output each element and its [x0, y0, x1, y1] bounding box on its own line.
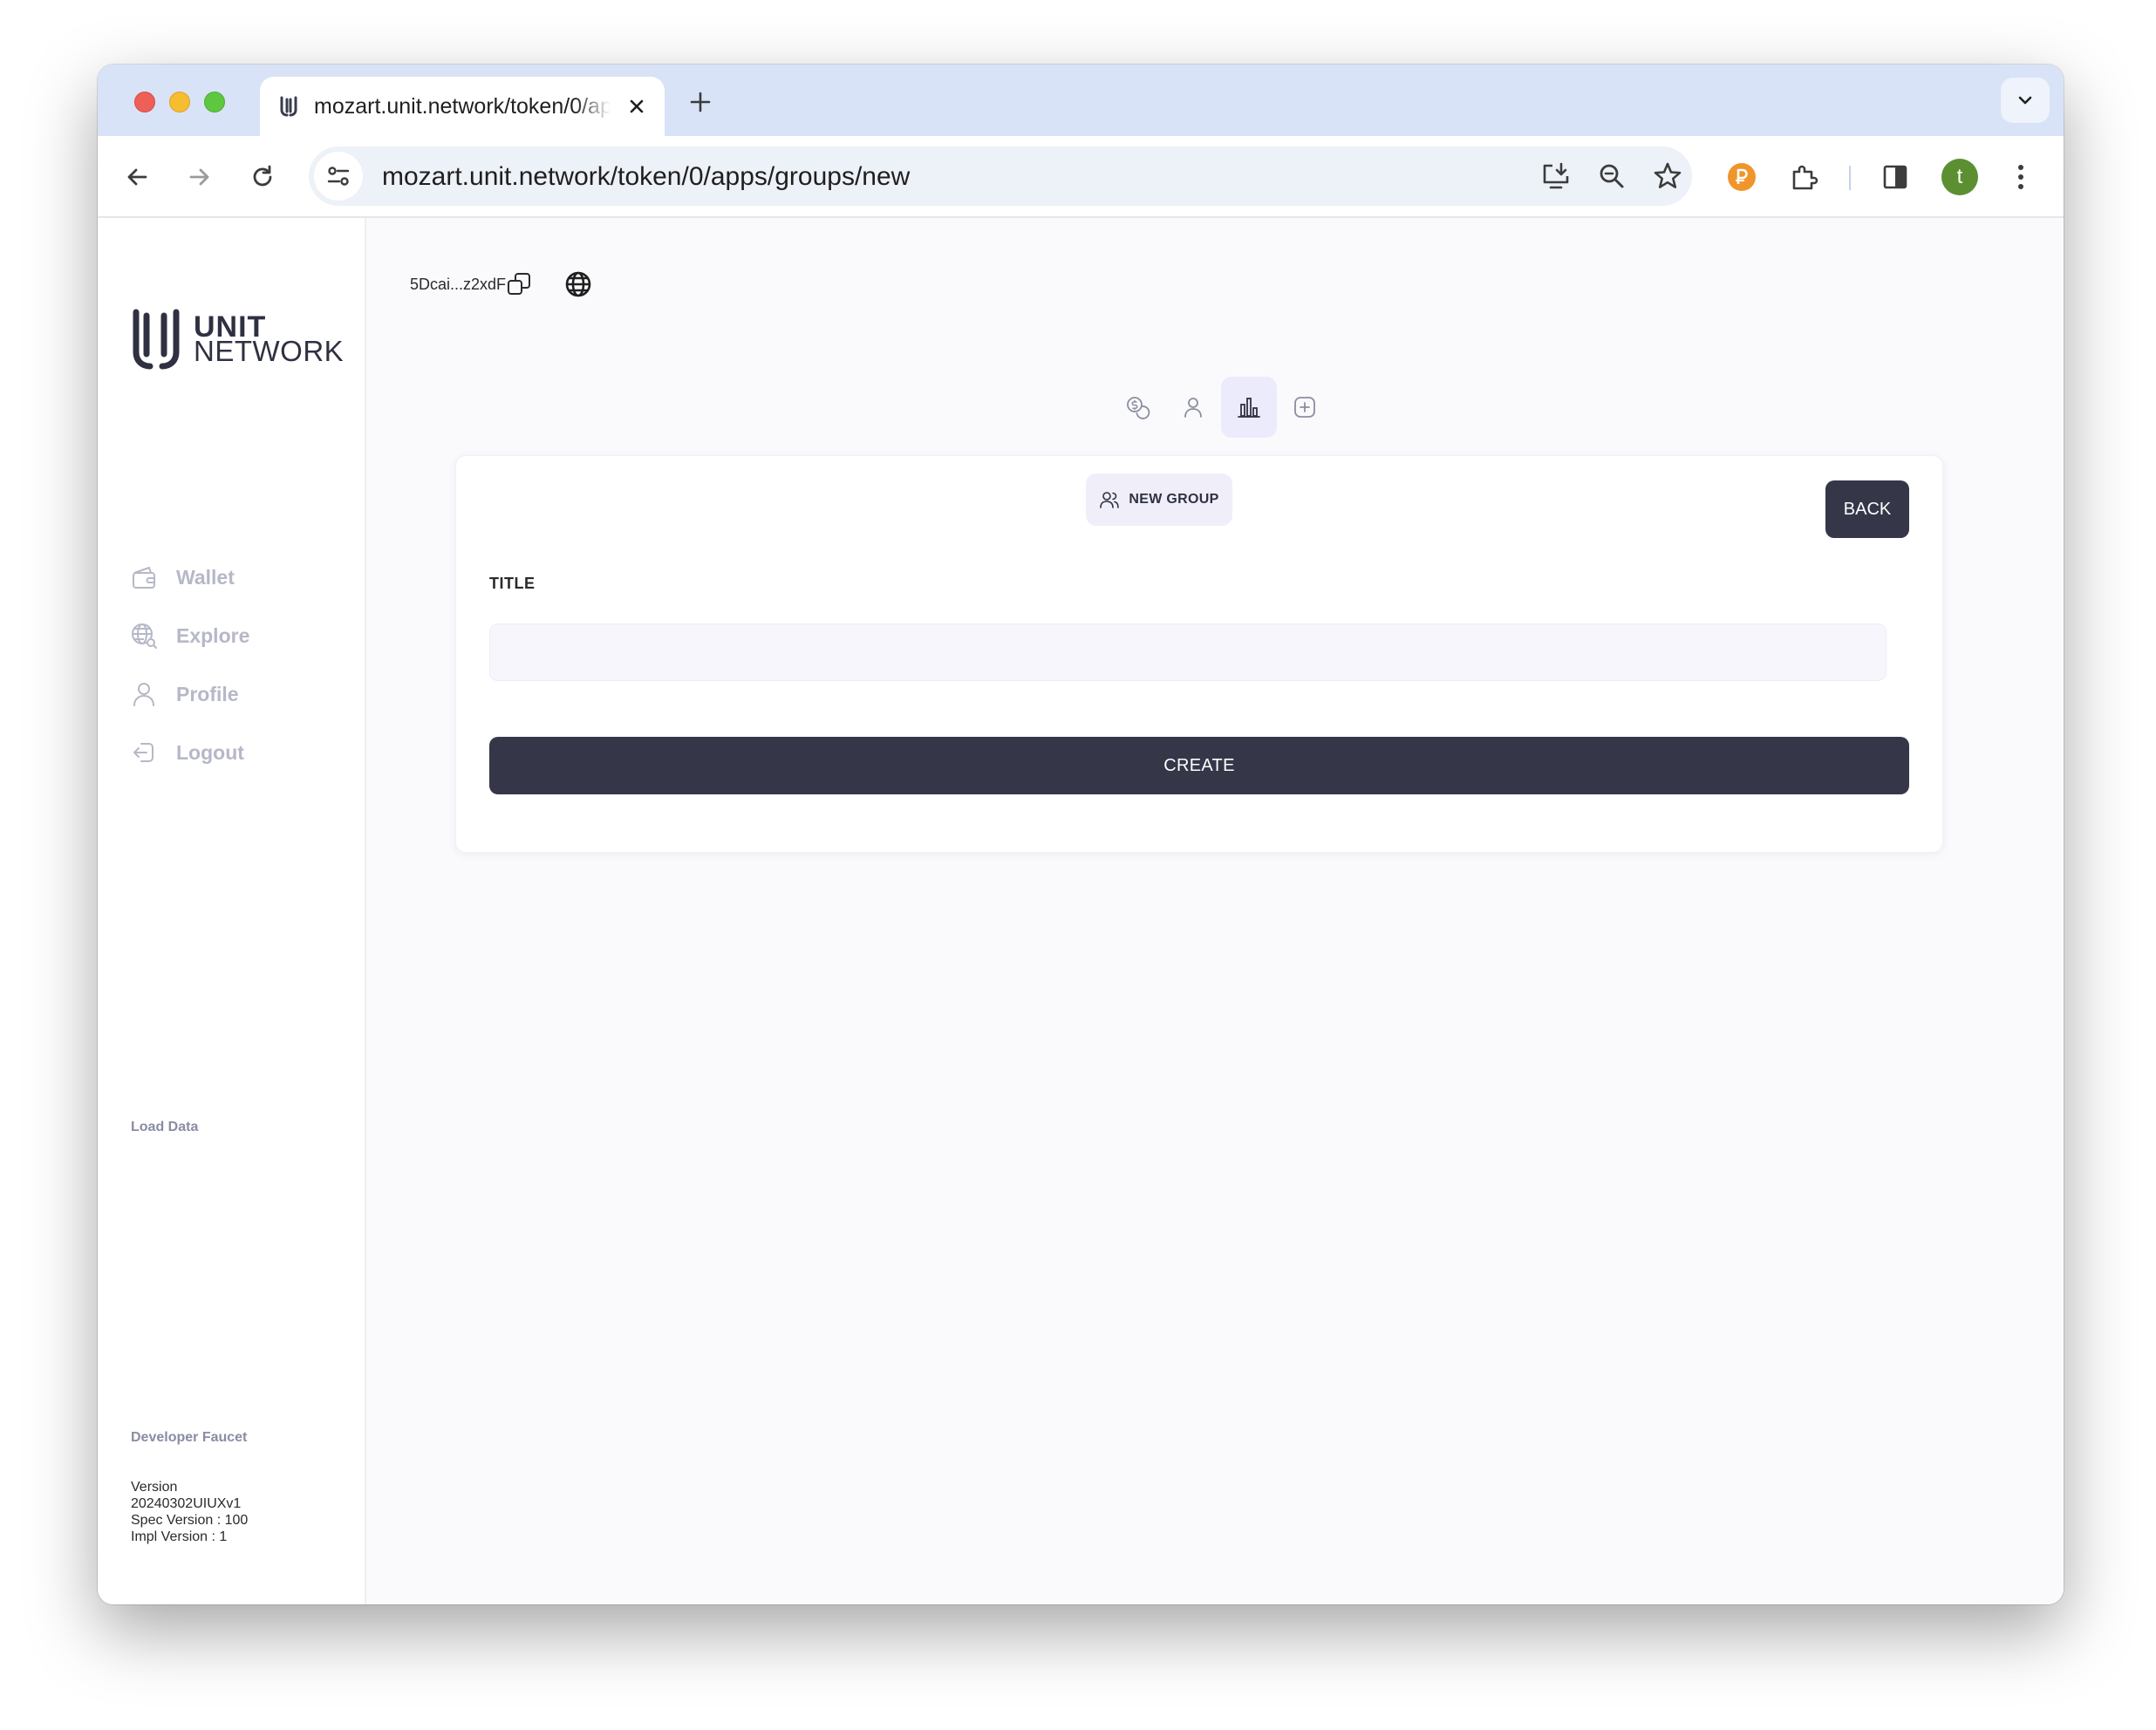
arrow-right-icon — [189, 168, 209, 186]
zoom-out-icon — [1600, 164, 1624, 188]
tab-profile[interactable] — [1165, 377, 1221, 438]
title-label: TITLE — [489, 575, 536, 592]
zoom-button[interactable] — [1596, 160, 1627, 192]
star-icon — [1654, 162, 1682, 188]
minimize-window-button[interactable] — [169, 92, 190, 112]
account-header: 5Dcai...z2xdF — [410, 269, 593, 300]
forward-nav-button[interactable] — [183, 160, 216, 194]
browser-tab-active[interactable]: mozart.unit.network/token/0/apps/groups/… — [260, 77, 665, 136]
copy-icon[interactable] — [506, 271, 532, 297]
sidebar-item-label: Profile — [176, 682, 239, 705]
new-group-label: NEW GROUP — [1129, 492, 1219, 507]
more-vertical-icon — [2018, 165, 2023, 189]
version-label: Version — [131, 1480, 178, 1495]
main-content: 5Dcai...z2xdF NEW GROUP BACK TITLE CREAT… — [366, 218, 2064, 1604]
new-group-badge: NEW GROUP — [1086, 473, 1232, 526]
tab-coins[interactable] — [1109, 377, 1165, 438]
load-data-link[interactable]: Load Data — [131, 1120, 198, 1135]
bar-chart-icon — [1238, 398, 1260, 418]
profile-avatar[interactable]: t — [1941, 159, 1978, 195]
sidebar-item-logout[interactable]: Logout — [129, 735, 347, 770]
sidebar-item-label: Wallet — [176, 565, 235, 589]
version-build: 20240302UIUXv1 — [131, 1496, 242, 1511]
sidebar-item-wallet[interactable]: Wallet — [129, 560, 347, 595]
tab-groups[interactable] — [1221, 377, 1277, 438]
toolbar-divider — [1849, 166, 1851, 190]
tab-strip: mozart.unit.network/token/0/apps/groups/… — [98, 65, 2064, 136]
user-icon — [129, 679, 159, 709]
sidebar-item-label: Explore — [176, 623, 250, 647]
bookmark-button[interactable] — [1652, 160, 1683, 192]
unit-logo-mark-icon — [133, 309, 180, 370]
back-nav-button[interactable] — [120, 160, 154, 194]
create-button[interactable]: CREATE — [489, 737, 1909, 794]
tab-title: mozart.unit.network/token/0/apps/groups/… — [314, 94, 611, 119]
globe-icon[interactable] — [563, 269, 593, 299]
user-icon — [1184, 398, 1202, 418]
tune-icon — [327, 167, 350, 186]
puzzle-icon — [1792, 165, 1818, 190]
back-button[interactable]: BACK — [1825, 480, 1909, 538]
extension-button[interactable] — [1725, 160, 1758, 194]
side-panel-icon — [1883, 165, 1907, 189]
install-app-button[interactable] — [1540, 160, 1572, 192]
wallet-address: 5Dcai...z2xdF — [410, 275, 507, 293]
logout-icon — [129, 738, 159, 767]
sidebar-item-label: Logout — [176, 740, 244, 764]
tab-search-dropdown[interactable] — [2001, 78, 2050, 123]
sidebar-item-explore[interactable]: Explore — [129, 618, 347, 653]
version-info: Version 20240302UIUXv1 Spec Version : 10… — [131, 1479, 248, 1545]
chevron-down-icon — [2018, 96, 2032, 105]
close-window-button[interactable] — [134, 92, 155, 112]
web-page: UNIT NETWORK Wallet Explore Profile Logo… — [98, 218, 2064, 1604]
unit-favicon-icon — [280, 96, 297, 117]
plus-square-icon — [1294, 397, 1315, 418]
reload-button[interactable] — [246, 160, 279, 194]
browser-window: mozart.unit.network/token/0/apps/groups/… — [98, 65, 2064, 1604]
reload-icon — [253, 165, 272, 187]
browser-menu-button[interactable] — [2004, 160, 2037, 194]
extension-badge-icon — [1728, 163, 1756, 191]
extensions-menu-button[interactable] — [1788, 160, 1821, 194]
wallet-icon — [129, 562, 159, 592]
browser-toolbar: mozart.unit.network/token/0/apps/groups/… — [98, 136, 2064, 218]
tab-close-icon[interactable] — [624, 94, 649, 119]
sidebar: UNIT NETWORK Wallet Explore Profile Logo… — [98, 218, 366, 1604]
address-bar[interactable]: mozart.unit.network/token/0/apps/groups/… — [309, 146, 1692, 206]
tab-add[interactable] — [1277, 377, 1333, 438]
spec-version: Spec Version : 100 — [131, 1513, 249, 1528]
impl-version: Impl Version : 1 — [131, 1529, 228, 1544]
globe-search-icon — [129, 621, 159, 650]
site-info-button[interactable] — [314, 152, 363, 201]
arrow-left-icon — [127, 168, 147, 186]
new-tab-plus-icon[interactable] — [687, 89, 713, 115]
coins-icon — [1127, 397, 1150, 419]
title-input[interactable] — [489, 623, 1886, 681]
developer-faucet-link[interactable]: Developer Faucet — [131, 1430, 247, 1446]
sidebar-item-profile[interactable]: Profile — [129, 677, 347, 712]
side-panel-button[interactable] — [1879, 160, 1912, 194]
url-text[interactable]: mozart.unit.network/token/0/apps/groups/… — [382, 162, 910, 192]
new-group-card: NEW GROUP BACK TITLE CREATE — [455, 455, 1943, 853]
logo-text-network: NETWORK — [194, 335, 345, 367]
maximize-window-button[interactable] — [204, 92, 225, 112]
unit-network-logo[interactable]: UNIT NETWORK — [131, 309, 344, 370]
users-icon — [1100, 492, 1120, 508]
install-desktop-icon — [1543, 162, 1569, 189]
apps-tab-bar — [1109, 377, 1333, 439]
